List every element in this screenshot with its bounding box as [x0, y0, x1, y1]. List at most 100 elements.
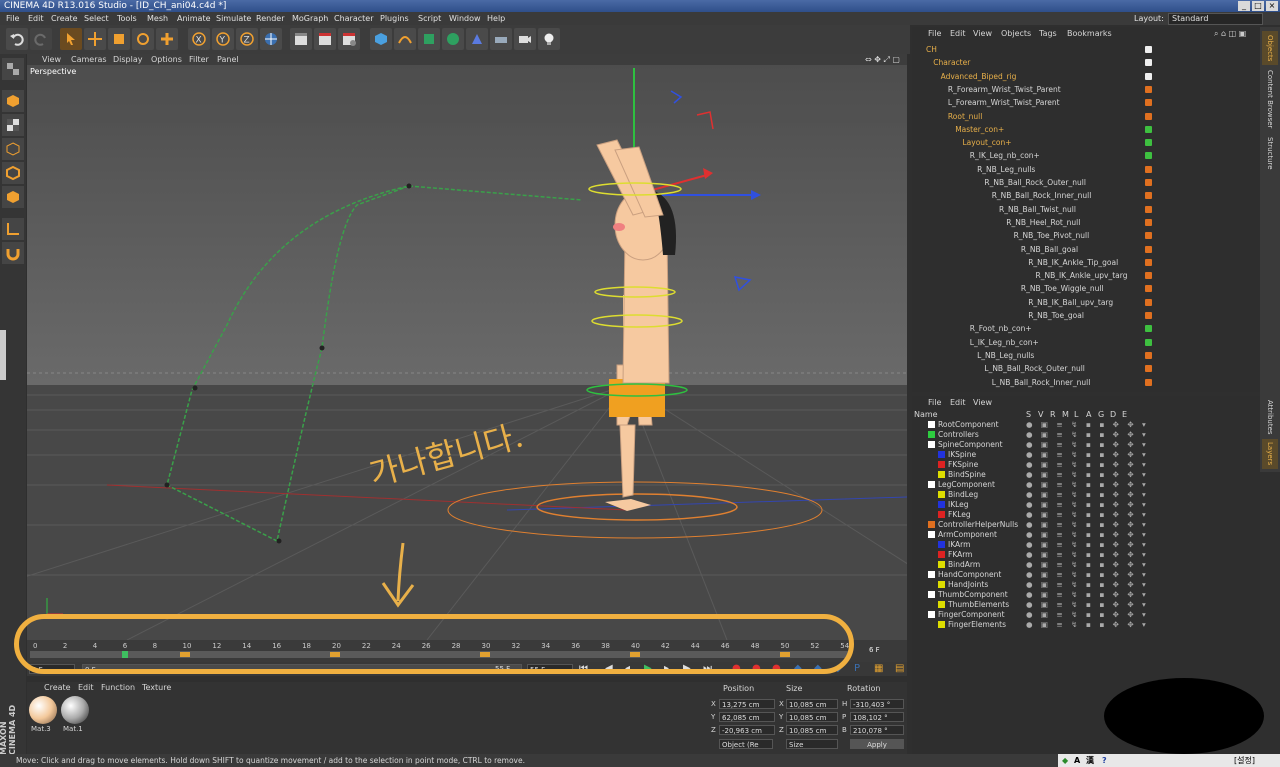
om-menu-objects[interactable]: Objects: [1001, 27, 1031, 40]
layer-color-swatch[interactable]: [928, 421, 935, 428]
viewport-menu-display[interactable]: Display: [113, 54, 143, 65]
tab-layers[interactable]: Layers: [1262, 439, 1278, 469]
maximize-button[interactable]: □: [1252, 1, 1264, 11]
layer-row[interactable]: ThumbComponent ● ▣ ≡ ↯ ▪ ▪ ✥ ✥ ▾: [912, 590, 1260, 600]
layer-color-swatch[interactable]: [1145, 365, 1152, 373]
position-z-field[interactable]: -20,963 cm: [719, 725, 775, 735]
size-z-field[interactable]: 10,085 cm: [786, 725, 838, 735]
layer-color-swatch[interactable]: [1145, 139, 1152, 147]
tab-structure[interactable]: Structure: [1262, 133, 1278, 173]
layer-flag-icons[interactable]: ● ▣ ≡ ↯ ▪ ▪ ✥ ✥ ▾: [1026, 550, 1149, 560]
ime-help-button[interactable]: ?: [1102, 754, 1107, 767]
menu-plugins[interactable]: Plugins: [380, 12, 409, 25]
rotation-b-field[interactable]: 210,078 °: [850, 725, 904, 735]
object-row[interactable]: L_NB_Ball_Rock_Outer_null: [912, 362, 1260, 375]
object-row[interactable]: R_NB_Toe_Wiggle_null: [912, 282, 1260, 295]
rotation-h-field[interactable]: -310,403 °: [850, 699, 904, 709]
layer-color-swatch[interactable]: [1145, 72, 1152, 80]
layer-color-swatch[interactable]: [1145, 298, 1152, 306]
move-tool-button[interactable]: [84, 28, 106, 50]
x-axis-button[interactable]: X: [188, 28, 210, 50]
layer-flag-icons[interactable]: ● ▣ ≡ ↯ ▪ ▪ ✥ ✥ ▾: [1026, 490, 1149, 500]
layer-color-swatch[interactable]: [1145, 85, 1152, 93]
object-row[interactable]: R_NB_Heel_Rot_null: [912, 216, 1260, 229]
axis-mode-button[interactable]: [2, 218, 24, 240]
layer-row[interactable]: ControllerHelperNulls ● ▣ ≡ ↯ ▪ ▪ ✥ ✥ ▾: [912, 520, 1260, 530]
viewport-menu-options[interactable]: Options: [151, 54, 182, 65]
menu-render[interactable]: Render: [256, 12, 284, 25]
layer-row[interactable]: Controllers ● ▣ ≡ ↯ ▪ ▪ ✥ ✥ ▾: [912, 430, 1260, 440]
layer-color-swatch[interactable]: [1145, 152, 1152, 160]
layer-color-swatch[interactable]: [938, 551, 945, 558]
object-row[interactable]: R_NB_Ball_goal: [912, 243, 1260, 256]
menu-simulate[interactable]: Simulate: [216, 12, 251, 25]
layer-row[interactable]: LegComponent ● ▣ ≡ ↯ ▪ ▪ ✥ ✥ ▾: [912, 480, 1260, 490]
layer-color-swatch[interactable]: [1145, 99, 1152, 107]
size-x-field[interactable]: 10,085 cm: [786, 699, 838, 709]
render-view-button[interactable]: [290, 28, 312, 50]
layer-row[interactable]: HandComponent ● ▣ ≡ ↯ ▪ ▪ ✥ ✥ ▾: [912, 570, 1260, 580]
camera-button[interactable]: [514, 28, 536, 50]
layer-row[interactable]: FKLeg ● ▣ ≡ ↯ ▪ ▪ ✥ ✥ ▾: [912, 510, 1260, 520]
panel-collapse-handle[interactable]: [0, 330, 6, 380]
layer-color-swatch[interactable]: [1145, 165, 1152, 173]
layer-color-swatch[interactable]: [1145, 258, 1152, 266]
object-row[interactable]: R_Forearm_Wrist_Twist_Parent: [912, 83, 1260, 96]
texture-mode-button[interactable]: [2, 114, 24, 136]
scale-tool-button[interactable]: [108, 28, 130, 50]
menu-character[interactable]: Character: [334, 12, 374, 25]
layer-color-swatch[interactable]: [1145, 338, 1152, 346]
layer-flag-icons[interactable]: ● ▣ ≡ ↯ ▪ ▪ ✥ ✥ ▾: [1026, 590, 1149, 600]
material-menu-edit[interactable]: Edit: [78, 682, 94, 693]
menu-edit[interactable]: Edit: [28, 12, 44, 25]
edges-mode-button[interactable]: [2, 162, 24, 184]
layer-color-swatch[interactable]: [938, 471, 945, 478]
om-menu-edit[interactable]: Edit: [950, 27, 966, 40]
layer-flag-icons[interactable]: ● ▣ ≡ ↯ ▪ ▪ ✥ ✥ ▾: [1026, 480, 1149, 490]
object-row[interactable]: L_NB_Ball_Rock_Inner_null: [912, 376, 1260, 389]
render-picture-viewer-button[interactable]: [314, 28, 336, 50]
layer-color-swatch[interactable]: [1145, 232, 1152, 240]
array-button[interactable]: [442, 28, 464, 50]
material-menu-function[interactable]: Function: [101, 682, 135, 693]
viewport-menu-view[interactable]: View: [42, 54, 61, 65]
menu-tools[interactable]: Tools: [117, 12, 137, 25]
layer-flag-icons[interactable]: ● ▣ ≡ ↯ ▪ ▪ ✥ ✥ ▾: [1026, 560, 1149, 570]
layer-color-swatch[interactable]: [1145, 218, 1152, 226]
layer-color-swatch[interactable]: [1145, 112, 1152, 120]
layer-color-swatch[interactable]: [928, 441, 935, 448]
object-row[interactable]: Character: [912, 56, 1260, 69]
layer-flag-icons[interactable]: ● ▣ ≡ ↯ ▪ ▪ ✥ ✥ ▾: [1026, 460, 1149, 470]
object-row[interactable]: R_NB_IK_Ball_upv_targ: [912, 296, 1260, 309]
viewport-menu-panel[interactable]: Panel: [217, 54, 239, 65]
redo-button[interactable]: [30, 28, 52, 50]
layer-color-swatch[interactable]: [928, 521, 935, 528]
object-row[interactable]: Master_con+: [912, 123, 1260, 136]
timeline-window-button[interactable]: ▤: [895, 663, 904, 674]
layer-color-swatch[interactable]: [938, 501, 945, 508]
layer-row[interactable]: BindLeg ● ▣ ≡ ↯ ▪ ▪ ✥ ✥ ▾: [912, 490, 1260, 500]
points-mode-button[interactable]: [2, 138, 24, 160]
material-thumb-mat3[interactable]: [29, 696, 57, 724]
undo-button[interactable]: [6, 28, 28, 50]
size-y-field[interactable]: 10,085 cm: [786, 712, 838, 722]
ime-indicator-icon[interactable]: ◆: [1062, 754, 1068, 767]
viewport-menu-cameras[interactable]: Cameras: [71, 54, 107, 65]
lm-menu-edit[interactable]: Edit: [950, 396, 966, 409]
layer-row[interactable]: ArmComponent ● ▣ ≡ ↯ ▪ ▪ ✥ ✥ ▾: [912, 530, 1260, 540]
layer-row[interactable]: BindArm ● ▣ ≡ ↯ ▪ ▪ ✥ ✥ ▾: [912, 560, 1260, 570]
nurbs-button[interactable]: [418, 28, 440, 50]
layer-flag-icons[interactable]: ● ▣ ≡ ↯ ▪ ▪ ✥ ✥ ▾: [1026, 620, 1149, 630]
z-axis-button[interactable]: Z: [236, 28, 258, 50]
om-search-icon[interactable]: ⌕ ⌂ ◫ ▣: [1214, 27, 1246, 40]
tab-objects[interactable]: Objects: [1262, 31, 1278, 65]
layer-color-swatch[interactable]: [938, 541, 945, 548]
layer-flag-icons[interactable]: ● ▣ ≡ ↯ ▪ ▪ ✥ ✥ ▾: [1026, 600, 1149, 610]
coordinate-system-button[interactable]: [260, 28, 282, 50]
layer-row[interactable]: FingerComponent ● ▣ ≡ ↯ ▪ ▪ ✥ ✥ ▾: [912, 610, 1260, 620]
layer-color-swatch[interactable]: [938, 511, 945, 518]
rotation-p-field[interactable]: 108,102 °: [850, 712, 904, 722]
menu-mograph[interactable]: MoGraph: [292, 12, 328, 25]
menu-window[interactable]: Window: [449, 12, 481, 25]
layer-row[interactable]: FingerElements ● ▣ ≡ ↯ ▪ ▪ ✥ ✥ ▾: [912, 620, 1260, 630]
